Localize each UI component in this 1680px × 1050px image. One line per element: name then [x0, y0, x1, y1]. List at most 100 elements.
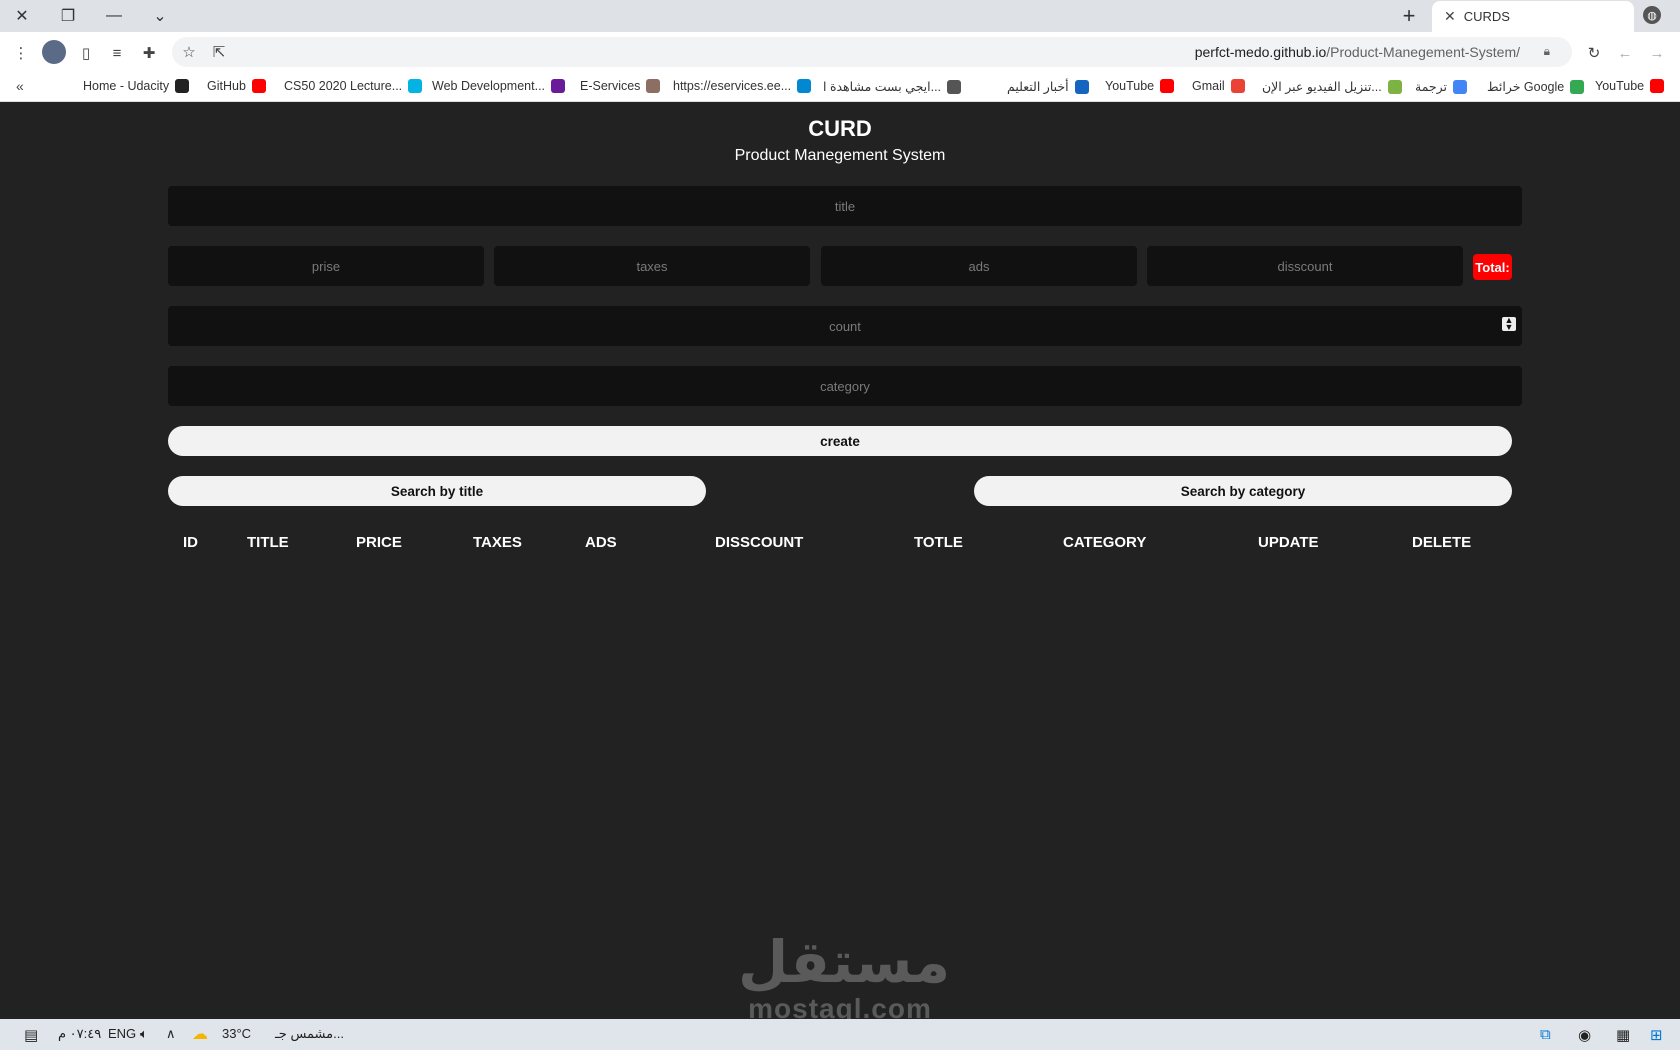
bookmark-label: ايجي بست مشاهدة ا... [823, 80, 942, 94]
volume-icon[interactable]: 🔈︎ [140, 1026, 148, 1042]
url-text[interactable]: perfct-medo.github.io/Product-Manegement… [1195, 44, 1520, 60]
price-input[interactable] [168, 246, 484, 286]
bookmark-item[interactable]: CS50 2020 Lecture... [284, 79, 423, 93]
side-panel-icon[interactable]: ▯ [75, 42, 97, 64]
url-path: /Product-Manegement-System/ [1326, 44, 1520, 60]
site-icon [797, 79, 812, 93]
maps-icon [1570, 79, 1585, 94]
bookmark-label: E-Services [580, 79, 641, 93]
category-input[interactable] [168, 366, 1522, 406]
gmail-icon [1230, 79, 1245, 93]
url-host: perfct-medo.github.io [1194, 44, 1327, 60]
vscode-icon[interactable]: ⧉ [1540, 1026, 1551, 1043]
reading-list-icon[interactable]: ≡ [106, 42, 128, 64]
bookmark-item[interactable]: YouTube [1105, 79, 1175, 93]
search-by-title-button[interactable]: Search by title [168, 476, 706, 506]
bookmarks-bar: « YouTube خرائط Google ترجمة تنزيل الفيديو … [0, 72, 1680, 102]
download-icon [1387, 79, 1402, 94]
bookmark-item[interactable]: خرائط Google [1487, 79, 1585, 94]
bookmark-item[interactable]: أخبار التعليم [1007, 79, 1089, 94]
bookmark-label: Home - Udacity [83, 79, 170, 93]
discount-input[interactable] [1147, 246, 1463, 286]
weather-text[interactable]: مشمس جـ... [275, 1026, 344, 1042]
extensions-icon[interactable]: ✚ [138, 42, 160, 64]
weather-temp[interactable]: 33°C [222, 1026, 251, 1041]
address-bar[interactable]: ☆ ⇱ perfct-medo.github.io/Product-Manege… [172, 37, 1572, 67]
translate-icon [1453, 79, 1468, 94]
share-icon[interactable]: ⇱ [208, 41, 230, 63]
windows-start-icon[interactable]: ⊞ [1650, 1026, 1663, 1044]
bookmark-item[interactable]: Home - Udacity [83, 79, 190, 93]
bookmark-item[interactable]: Gmail [1192, 79, 1245, 93]
tab-curds[interactable]: ✕ CURDS [1432, 1, 1634, 32]
profile-avatar[interactable] [42, 40, 66, 64]
count-stepper-icon[interactable]: ▲ ▼ [1502, 316, 1516, 332]
bookmark-label: أخبار التعليم [1007, 80, 1069, 94]
table-header-ads: ADS [585, 534, 617, 551]
browser-tab-bar: ✕ ❐ — ⌄ + ✕ CURDS ◍ [0, 0, 1680, 32]
bookmark-label: Web Development... [432, 79, 546, 93]
globe-icon: ◍ [1643, 6, 1661, 24]
table-header-delete: DELETE [1412, 534, 1472, 551]
bookmark-item[interactable]: GitHub [207, 79, 266, 93]
bookmark-label: https://eservices.ee... [673, 79, 792, 93]
chrome-icon[interactable]: ◉ [1578, 1026, 1591, 1044]
window-restore-icon[interactable]: ❐ [54, 4, 82, 28]
back-icon[interactable]: ← [1614, 42, 1636, 64]
task-view-icon[interactable]: ▦ [1616, 1026, 1630, 1044]
language-indicator[interactable]: ENG [108, 1026, 136, 1041]
github-icon [175, 79, 190, 93]
bookmark-star-icon[interactable]: ☆ [178, 41, 200, 63]
table-header-id: ID [183, 534, 198, 551]
search-by-category-button[interactable]: Search by category [974, 476, 1512, 506]
udacity-icon [408, 79, 423, 93]
table-header-price: PRICE [356, 534, 402, 551]
tray-chevron-icon[interactable]: ∧ [166, 1026, 176, 1042]
weather-icon[interactable]: ☁ [192, 1024, 208, 1044]
ads-input[interactable] [821, 246, 1137, 286]
youtube-icon [1650, 79, 1665, 93]
bookmark-label: Gmail [1192, 79, 1225, 93]
bookmark-label: تنزيل الفيديو عبر الإن... [1262, 80, 1382, 94]
bookmark-item[interactable]: ترجمة [1415, 79, 1468, 94]
tab-title: CURDS [1463, 9, 1510, 24]
window-minimize-icon[interactable]: — [100, 4, 128, 28]
os-taskbar: ▤ ٠٧:٤٩ م ENG 🔈︎ ∧ ☁ 33°C مشمس جـ... ⧉ ◉… [0, 1019, 1680, 1050]
bookmark-item[interactable]: YouTube [1595, 79, 1665, 93]
table-header-total: TOTLE [914, 534, 963, 551]
bookmark-item[interactable]: E-Services [580, 79, 661, 93]
bookmark-item[interactable]: Web Development... [432, 79, 566, 93]
notification-icon[interactable]: ▤ [24, 1026, 38, 1044]
lock-icon[interactable]: 🔒︎ [1544, 44, 1550, 59]
globe-icon [947, 79, 962, 94]
table-header-taxes: TAXES [473, 534, 522, 551]
bookmark-label: ترجمة [1415, 80, 1448, 94]
title-input[interactable] [168, 186, 1522, 226]
bookmark-item[interactable]: https://eservices.ee... [673, 79, 812, 93]
site-icon [646, 79, 661, 93]
create-button[interactable]: create [168, 426, 1512, 456]
count-input[interactable] [168, 306, 1522, 346]
table-header-discount: DISSCOUNT [715, 534, 804, 551]
reload-icon[interactable]: ↻ [1583, 42, 1605, 64]
bookmark-label: CS50 2020 Lecture... [284, 79, 403, 93]
forward-icon[interactable]: → [1646, 42, 1668, 64]
youtube-icon [251, 79, 266, 93]
page-title: CURD [808, 116, 872, 141]
window-close-icon[interactable]: ✕ [8, 4, 36, 28]
news-icon [1074, 79, 1089, 94]
tab-close-icon[interactable]: ✕ [1444, 8, 1456, 25]
bookmark-label: خرائط Google [1487, 80, 1565, 94]
eservices-icon [551, 79, 566, 93]
more-bookmarks-icon[interactable]: « [16, 78, 24, 94]
bookmark-item[interactable]: تنزيل الفيديو عبر الإن... [1262, 79, 1402, 94]
new-tab-button[interactable]: + [1395, 3, 1423, 28]
bookmark-label: YouTube [1105, 79, 1155, 93]
bookmark-item[interactable]: ايجي بست مشاهدة ا... [823, 79, 962, 94]
table-header-title: TITLE [247, 534, 289, 551]
taxes-input[interactable] [494, 246, 810, 286]
tab-search-chevron-icon[interactable]: ⌄ [146, 4, 174, 28]
bookmark-label: GitHub [207, 79, 246, 93]
clock[interactable]: ٠٧:٤٩ م [58, 1026, 101, 1042]
menu-dots-icon[interactable]: ⋮ [10, 42, 32, 64]
